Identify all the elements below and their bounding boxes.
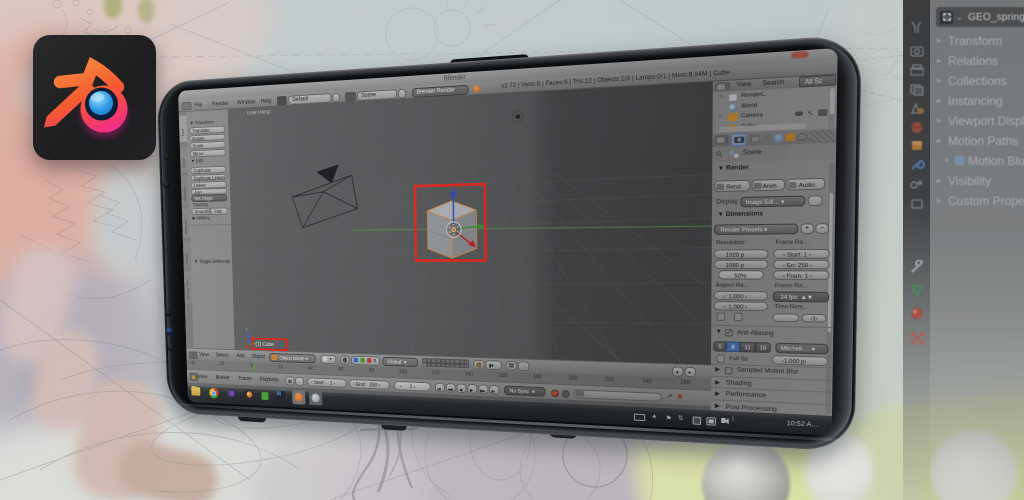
svg-text:z: z [246,326,248,331]
